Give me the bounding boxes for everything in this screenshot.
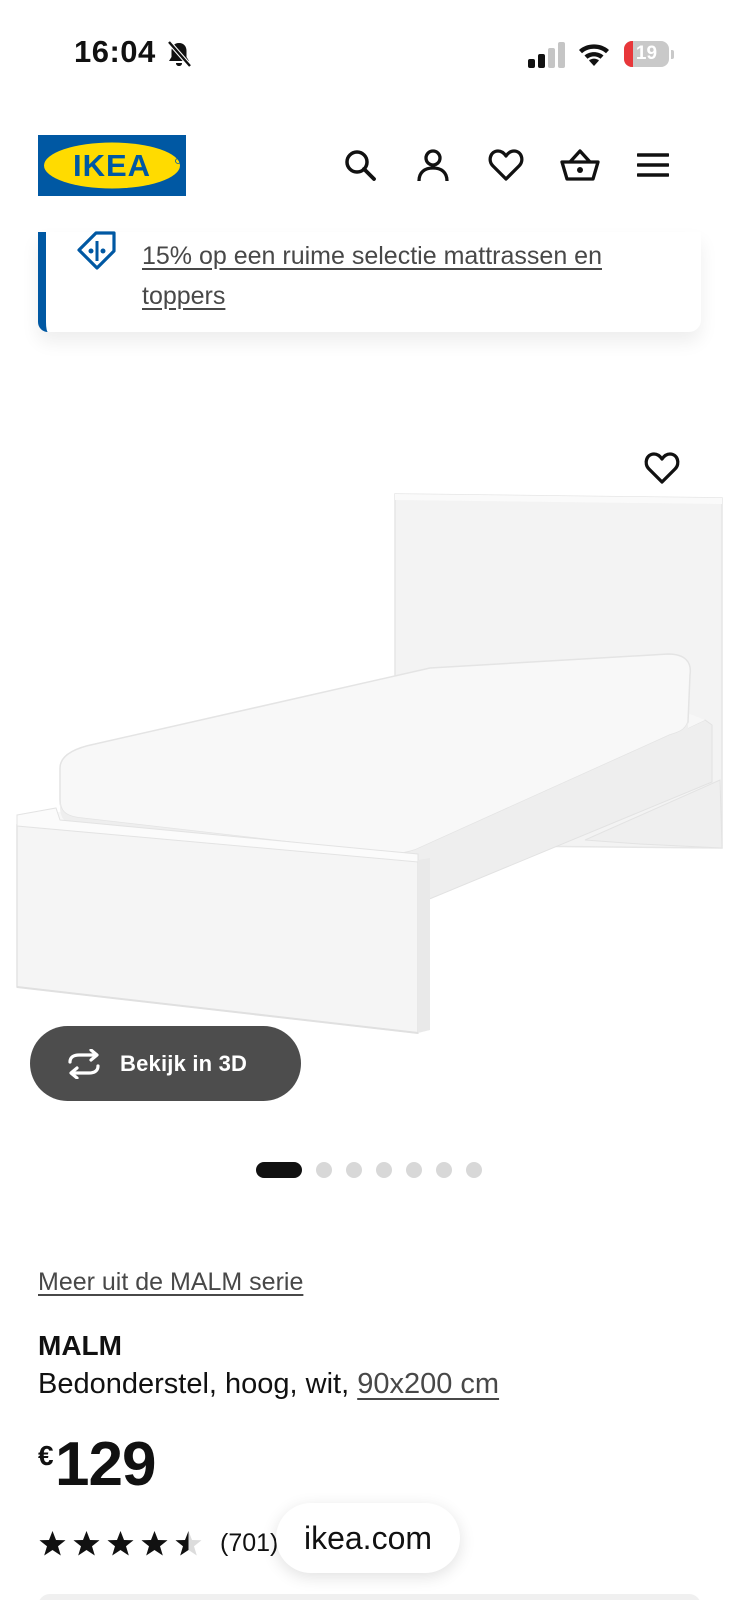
price-currency: € [38, 1440, 54, 1471]
star-icon [107, 1530, 134, 1555]
account-button[interactable] [408, 140, 458, 190]
ikea-logo[interactable]: IKEA [38, 135, 186, 196]
gallery-dot[interactable] [436, 1162, 452, 1178]
basket-icon [560, 149, 600, 181]
gallery-dot[interactable] [376, 1162, 392, 1178]
review-count: (701) [220, 1528, 279, 1557]
view-3d-label: Bekijk in 3D [120, 1050, 248, 1076]
add-to-favorites-button[interactable] [638, 444, 686, 492]
star-icon [39, 1530, 66, 1555]
basket-button[interactable] [555, 140, 605, 190]
star-icon [175, 1530, 202, 1555]
browser-url-bar[interactable]: ikea.com [276, 1503, 460, 1573]
gallery-dot-active[interactable] [256, 1162, 302, 1178]
star-icon [73, 1530, 100, 1555]
price-value: 129 [55, 1430, 156, 1499]
gallery-dot[interactable] [316, 1162, 332, 1178]
product-description: Bedonderstel, hoog, wit, 90x200 cm [38, 1368, 499, 1401]
product-desc-text: Bedonderstel, hoog, wit, [38, 1368, 358, 1400]
battery-level: 19 [635, 43, 658, 64]
next-section-edge [38, 1594, 701, 1600]
gallery-pagination [256, 1160, 496, 1180]
view-3d-button[interactable]: Bekijk in 3D [30, 1026, 301, 1101]
size-link[interactable]: 90x200 cm [357, 1368, 499, 1400]
wifi-icon [579, 44, 609, 66]
gallery-dot[interactable] [346, 1162, 362, 1178]
promo-link[interactable]: 15% op een ruime selectie mattrassen en … [142, 236, 682, 316]
promo-banner: 15% op een ruime selectie mattrassen en … [38, 231, 701, 332]
rating-stars [38, 1529, 208, 1558]
search-button[interactable] [335, 140, 385, 190]
series-link[interactable]: Meer uit de MALM serie [38, 1268, 303, 1297]
heart-icon [644, 452, 680, 484]
status-time: 16:04 [74, 34, 156, 69]
menu-button[interactable] [628, 140, 678, 190]
browser-url: ikea.com [303, 1519, 433, 1556]
menu-icon [637, 153, 669, 177]
gallery-dot[interactable] [406, 1162, 422, 1178]
product-name: MALM [38, 1330, 122, 1361]
search-icon [345, 150, 376, 181]
status-bar: 16:04 19 [0, 0, 738, 100]
bell-slash-icon [167, 40, 192, 68]
price-tag-icon [77, 231, 116, 270]
product-image [16, 493, 723, 1034]
rotate-3d-icon [68, 1048, 100, 1079]
star-icon [141, 1530, 168, 1555]
site-header: IKEA [0, 100, 738, 232]
favorites-button[interactable] [481, 140, 531, 190]
gallery-dot[interactable] [466, 1162, 482, 1178]
battery-icon: 19 [624, 41, 674, 67]
svg-text:IKEA: IKEA [73, 148, 151, 183]
heart-icon [488, 149, 524, 181]
account-icon [417, 149, 449, 182]
product-rating[interactable]: (701) [38, 1526, 278, 1560]
cellular-signal-icon [528, 42, 565, 68]
